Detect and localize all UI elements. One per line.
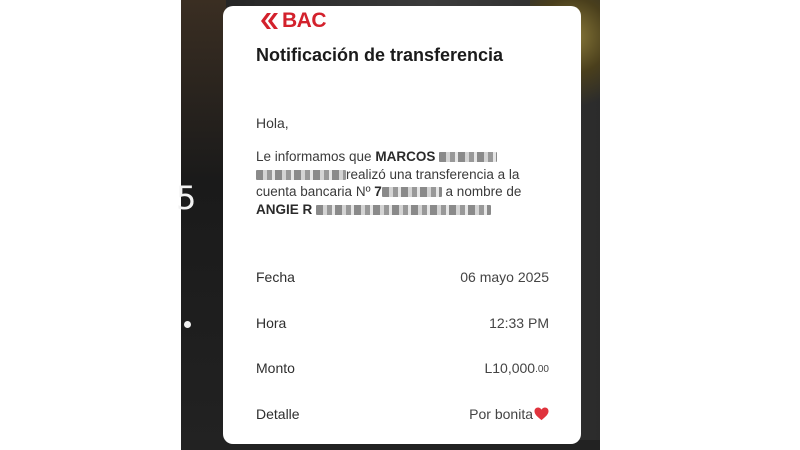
bac-logo-text: BAC xyxy=(282,9,327,32)
date-value: 06 mayo 2025 xyxy=(460,269,549,285)
notification-card: BAC Notificación de transferencia Hola, … xyxy=(223,6,581,444)
redacted-account-number xyxy=(381,187,442,198)
background-shade-left xyxy=(181,0,226,450)
message-line3-suffix: a nombre de xyxy=(445,184,522,199)
notification-message: Le informamos que MARCOS realizó una tra… xyxy=(256,148,556,218)
amount-label: Monto xyxy=(256,360,295,376)
background-digit: 5 xyxy=(176,179,197,217)
message-line-2: realizó una transferencia a la xyxy=(256,166,556,184)
message-line3-prefix: cuenta bancaria Nº xyxy=(256,184,371,199)
bac-logo-icon xyxy=(261,13,278,29)
detail-row-detail: Detalle Por bonita xyxy=(256,397,549,443)
redacted-sender-rest xyxy=(256,169,346,180)
date-label: Fecha xyxy=(256,269,295,285)
red-heart-icon xyxy=(534,407,549,420)
message-line-3: cuenta bancaria Nº 7 a nombre de xyxy=(256,183,556,201)
screenshot-stage: 5 BAC Notificación de transferencia Hola… xyxy=(0,0,800,450)
detail-row-date: Fecha 06 mayo 2025 xyxy=(256,260,549,306)
sender-name: MARCOS xyxy=(375,149,436,164)
bac-logo: BAC xyxy=(259,9,327,32)
detail-row-amount: Monto L10,000.00 xyxy=(256,351,549,397)
time-value: 12:33 PM xyxy=(489,314,549,331)
redacted-recipient-name xyxy=(316,204,492,215)
recipient-name: ANGIE R xyxy=(256,201,313,217)
amount-cents: .00 xyxy=(535,364,549,375)
message-line-1: Le informamos que MARCOS xyxy=(256,148,556,166)
greeting-text: Hola, xyxy=(256,115,289,131)
detail-value: Por bonita xyxy=(469,405,549,423)
detail-row-time: Hora 12:33 PM xyxy=(256,306,549,352)
message-line-4: ANGIE R xyxy=(256,201,556,219)
redacted-sender-surname xyxy=(439,152,498,163)
message-line2-suffix: realizó una transferencia a la xyxy=(346,166,520,182)
time-label: Hora xyxy=(256,314,287,331)
message-line1-prefix: Le informamos que xyxy=(256,149,372,164)
transfer-details: Fecha 06 mayo 2025 Hora 12:33 PM Monto L… xyxy=(256,260,549,442)
amount-value: L10,000.00 xyxy=(484,359,549,379)
account-number-visible: 7 xyxy=(374,184,382,199)
detail-value-text: Por bonita xyxy=(469,405,533,422)
notification-title: Notificación de transferencia xyxy=(256,45,504,65)
detail-label: Detalle xyxy=(256,405,300,422)
background-dot xyxy=(184,321,191,328)
amount-main: L10,000 xyxy=(484,360,536,376)
